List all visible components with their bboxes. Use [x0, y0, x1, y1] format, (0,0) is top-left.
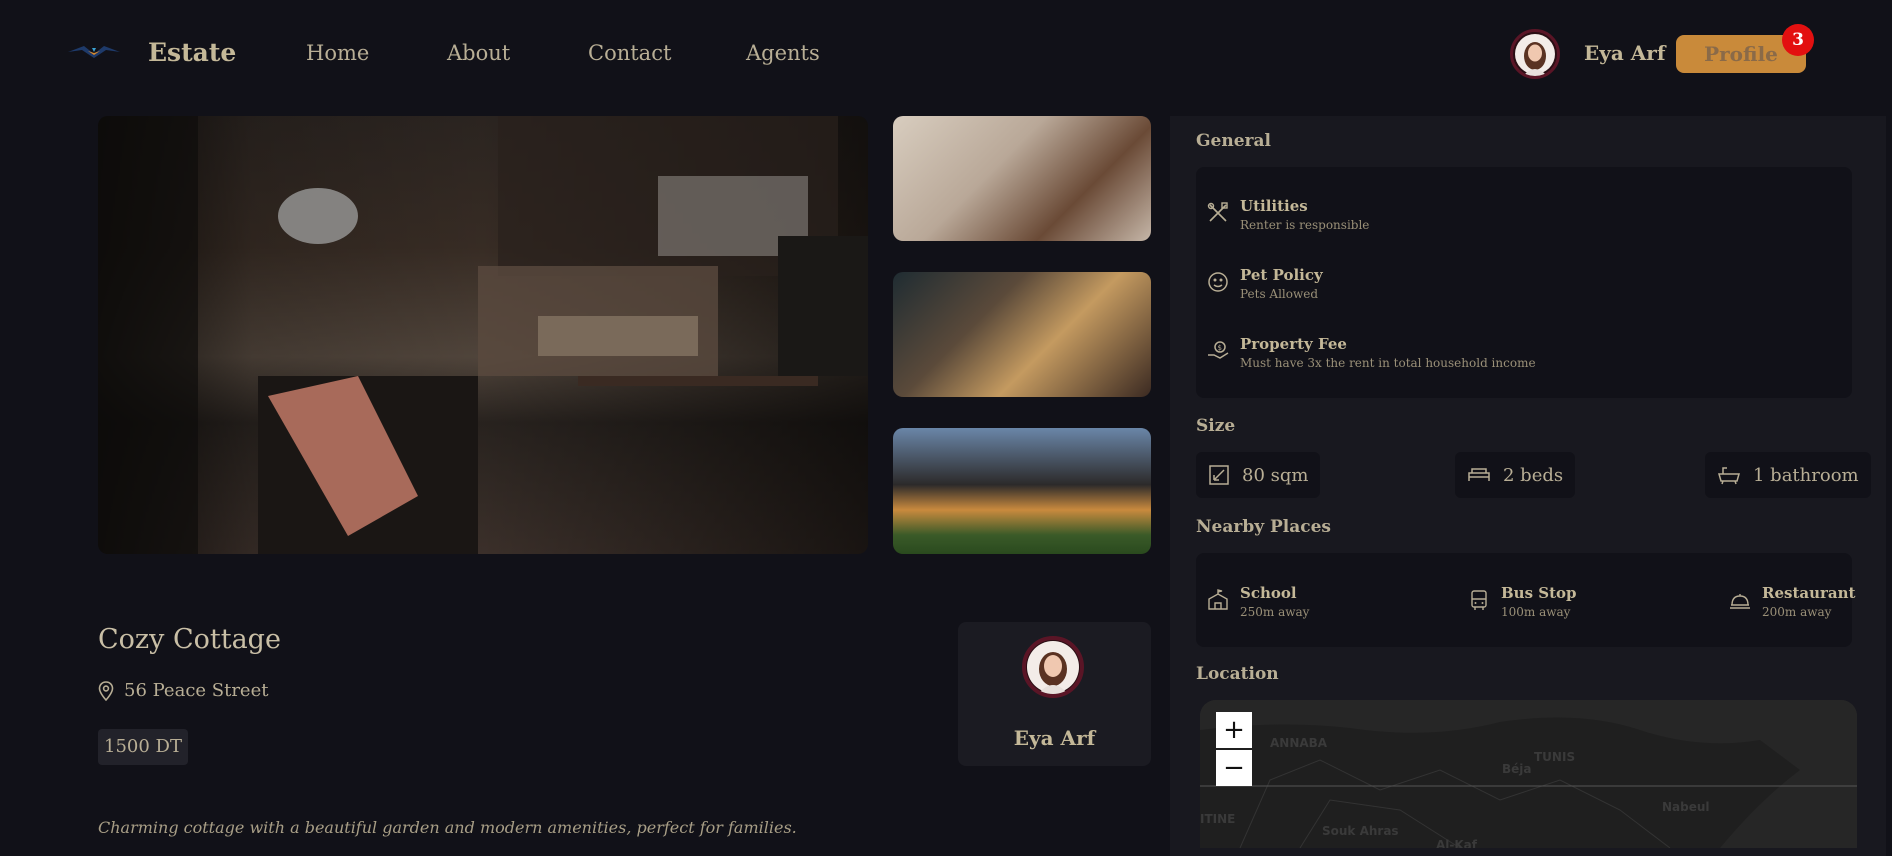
main-property-photo[interactable]	[98, 116, 868, 554]
location-pin-icon	[98, 680, 114, 701]
pet-policy-item: Pet Policy Pets Allowed	[1206, 266, 1323, 301]
nearby-school: School 250m away	[1206, 584, 1309, 619]
general-heading: General	[1196, 131, 1271, 151]
svg-text:$: $	[1218, 344, 1222, 352]
area-chip: 80 sqm	[1196, 452, 1321, 498]
beds-value: 2 beds	[1503, 464, 1564, 486]
thumbnail-photo[interactable]	[893, 116, 1151, 241]
nearby-bus-stop: Bus Stop 100m away	[1467, 584, 1577, 619]
map-label: TUNIS	[1534, 750, 1576, 764]
location-map[interactable]: + − ANNABA TUNIS Béja Nabeul Souk Ahras …	[1200, 700, 1857, 848]
pet-policy-subtitle: Pets Allowed	[1240, 287, 1319, 301]
logo-icon[interactable]	[66, 42, 122, 60]
property-description: Charming cottage with a beautiful garden…	[98, 818, 797, 837]
property-address: 56 Peace Street	[98, 680, 268, 701]
thumbnail-photo[interactable]	[893, 428, 1151, 554]
agent-avatar	[1022, 636, 1084, 698]
utilities-item: Utilities Renter is responsible	[1206, 197, 1369, 232]
map-label: ITINE	[1200, 812, 1236, 826]
address-text: 56 Peace Street	[124, 680, 269, 701]
area-icon	[1208, 464, 1230, 486]
brand-name[interactable]: Estate	[148, 38, 236, 67]
bath-icon	[1717, 465, 1741, 485]
zoom-out-button[interactable]: −	[1216, 750, 1252, 786]
nearby-heading: Nearby Places	[1196, 517, 1332, 537]
school-title: School	[1240, 584, 1297, 602]
bed-icon	[1467, 465, 1491, 485]
nav-contact[interactable]: Contact	[588, 41, 671, 65]
school-distance: 250m away	[1240, 605, 1310, 619]
utilities-subtitle: Renter is responsible	[1240, 218, 1370, 232]
user-name[interactable]: Eya Arf	[1584, 41, 1665, 65]
agent-card[interactable]: Eya Arf	[958, 622, 1151, 766]
bus-stop-title: Bus Stop	[1501, 584, 1577, 602]
map-label: Souk Ahras	[1322, 824, 1399, 838]
map-label: Nabeul	[1662, 800, 1710, 814]
top-navbar: Estate Home About Contact Agents Eya Arf…	[0, 0, 1892, 110]
avatar[interactable]	[1510, 29, 1560, 79]
beds-chip: 2 beds	[1455, 452, 1576, 498]
location-heading: Location	[1196, 664, 1279, 684]
property-title: Cozy Cottage	[98, 624, 281, 655]
area-value: 80 sqm	[1242, 464, 1309, 486]
nearby-restaurant: Restaurant 200m away	[1728, 584, 1855, 619]
thumbnail-photo[interactable]	[893, 272, 1151, 397]
utilities-title: Utilities	[1240, 197, 1308, 215]
zoom-in-button[interactable]: +	[1216, 712, 1252, 748]
restaurant-distance: 200m away	[1762, 605, 1832, 619]
bathrooms-chip: 1 bathroom	[1705, 452, 1871, 498]
nav-home[interactable]: Home	[306, 41, 369, 65]
bus-stop-distance: 100m away	[1501, 605, 1571, 619]
pet-policy-title: Pet Policy	[1240, 266, 1323, 284]
size-heading: Size	[1196, 416, 1236, 436]
bathrooms-value: 1 bathroom	[1753, 464, 1859, 486]
property-fee-item: $ Property Fee Must have 3x the rent in …	[1206, 335, 1536, 370]
map-label: Al-Kaf	[1436, 838, 1477, 848]
property-fee-title: Property Fee	[1240, 335, 1347, 353]
notification-badge: 3	[1782, 24, 1814, 56]
agent-name: Eya Arf	[1013, 726, 1096, 750]
price-tag: 1500 DT	[98, 729, 188, 765]
restaurant-title: Restaurant	[1762, 584, 1856, 602]
bus-icon	[1467, 588, 1491, 612]
fee-icon: $	[1206, 339, 1230, 363]
restaurant-icon	[1728, 588, 1752, 612]
nav-about[interactable]: About	[447, 41, 510, 65]
nav-agents[interactable]: Agents	[746, 41, 820, 65]
pet-icon	[1206, 270, 1230, 294]
property-fee-subtitle: Must have 3x the rent in total household…	[1240, 356, 1536, 370]
map-label: ANNABA	[1270, 736, 1328, 750]
school-icon	[1206, 588, 1230, 612]
tools-icon	[1206, 201, 1230, 225]
map-label: Béja	[1502, 762, 1532, 776]
